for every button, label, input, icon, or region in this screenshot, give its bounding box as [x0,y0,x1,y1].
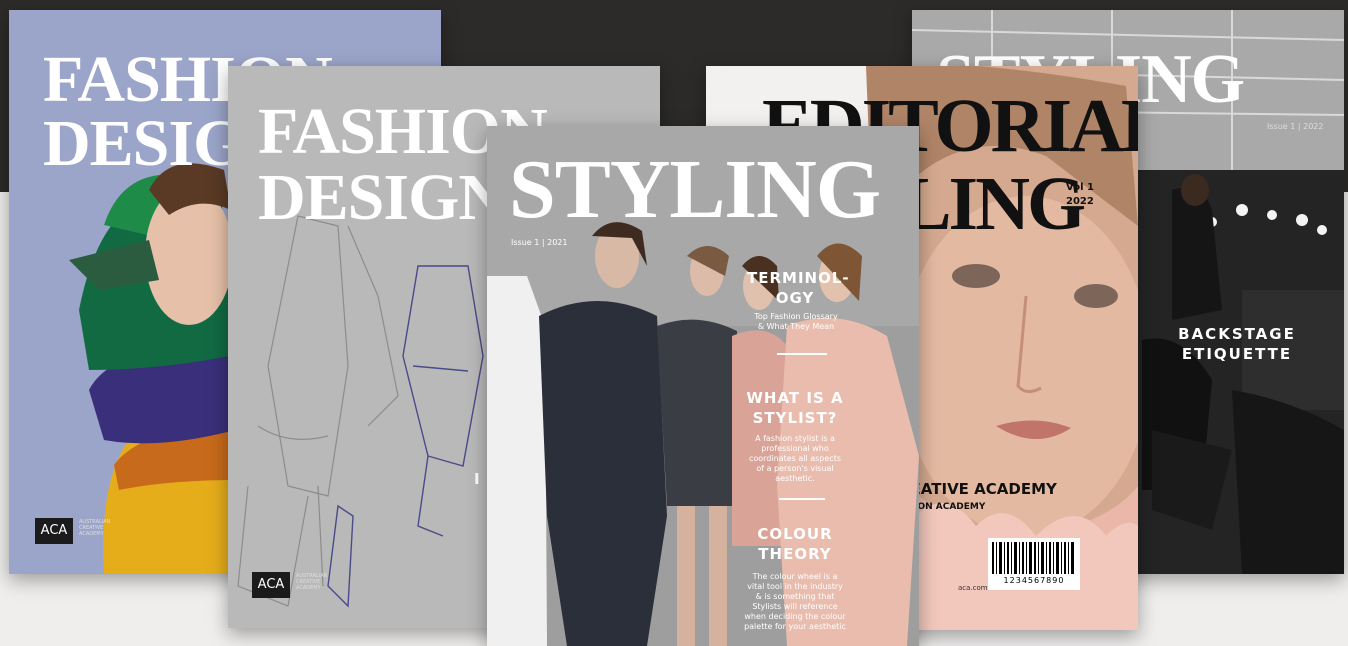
cover-title-line-2: DESIGN [258,161,506,234]
section-divider [779,498,825,500]
aca-logo: ACA [252,572,290,598]
section-body-colour-theory: The colour wheel is a vital tool in the … [744,572,846,631]
section-divider [777,353,827,355]
magazine-cover-styling-front: STYLING Issue 1 | 2021 TERMINOL-OGY Top … [487,126,919,646]
headline-backstage: BACKSTAGE ETIQUETTE [1178,325,1296,363]
section-title-colour-theory: COLOUR THEORY [757,525,833,563]
aca-logo-subtitle: AUSTRALIAN CREATIVE ACADEMY [79,519,111,537]
barcode-number: 1234567890 [1003,576,1065,585]
issue-label: Issue 1 | 2022 [1267,122,1324,131]
section-body-stylist: A fashion stylist is a professional who … [748,434,842,483]
barcode: 1234567890 [988,538,1080,590]
section-title-terminology: TERMINOL-OGY [747,269,850,307]
section-title-stylist: WHAT IS A STYLIST? [746,389,844,427]
aca-logo-subtitle: AUSTRALIAN CREATIVE ACADEMY [296,573,328,591]
year-label: 2022 [1066,196,1094,207]
issue-label: Issue 1 | 2021 [511,238,568,247]
aca-logo: ACA [35,518,73,544]
volume-label: Vol 1 [1066,182,1094,193]
cover-title: STYLING [509,143,881,236]
barcode-bars [992,542,1074,574]
partial-caption: I [474,470,480,488]
section-body-terminology: Top Fashion Glossary & What They Mean [754,312,838,331]
